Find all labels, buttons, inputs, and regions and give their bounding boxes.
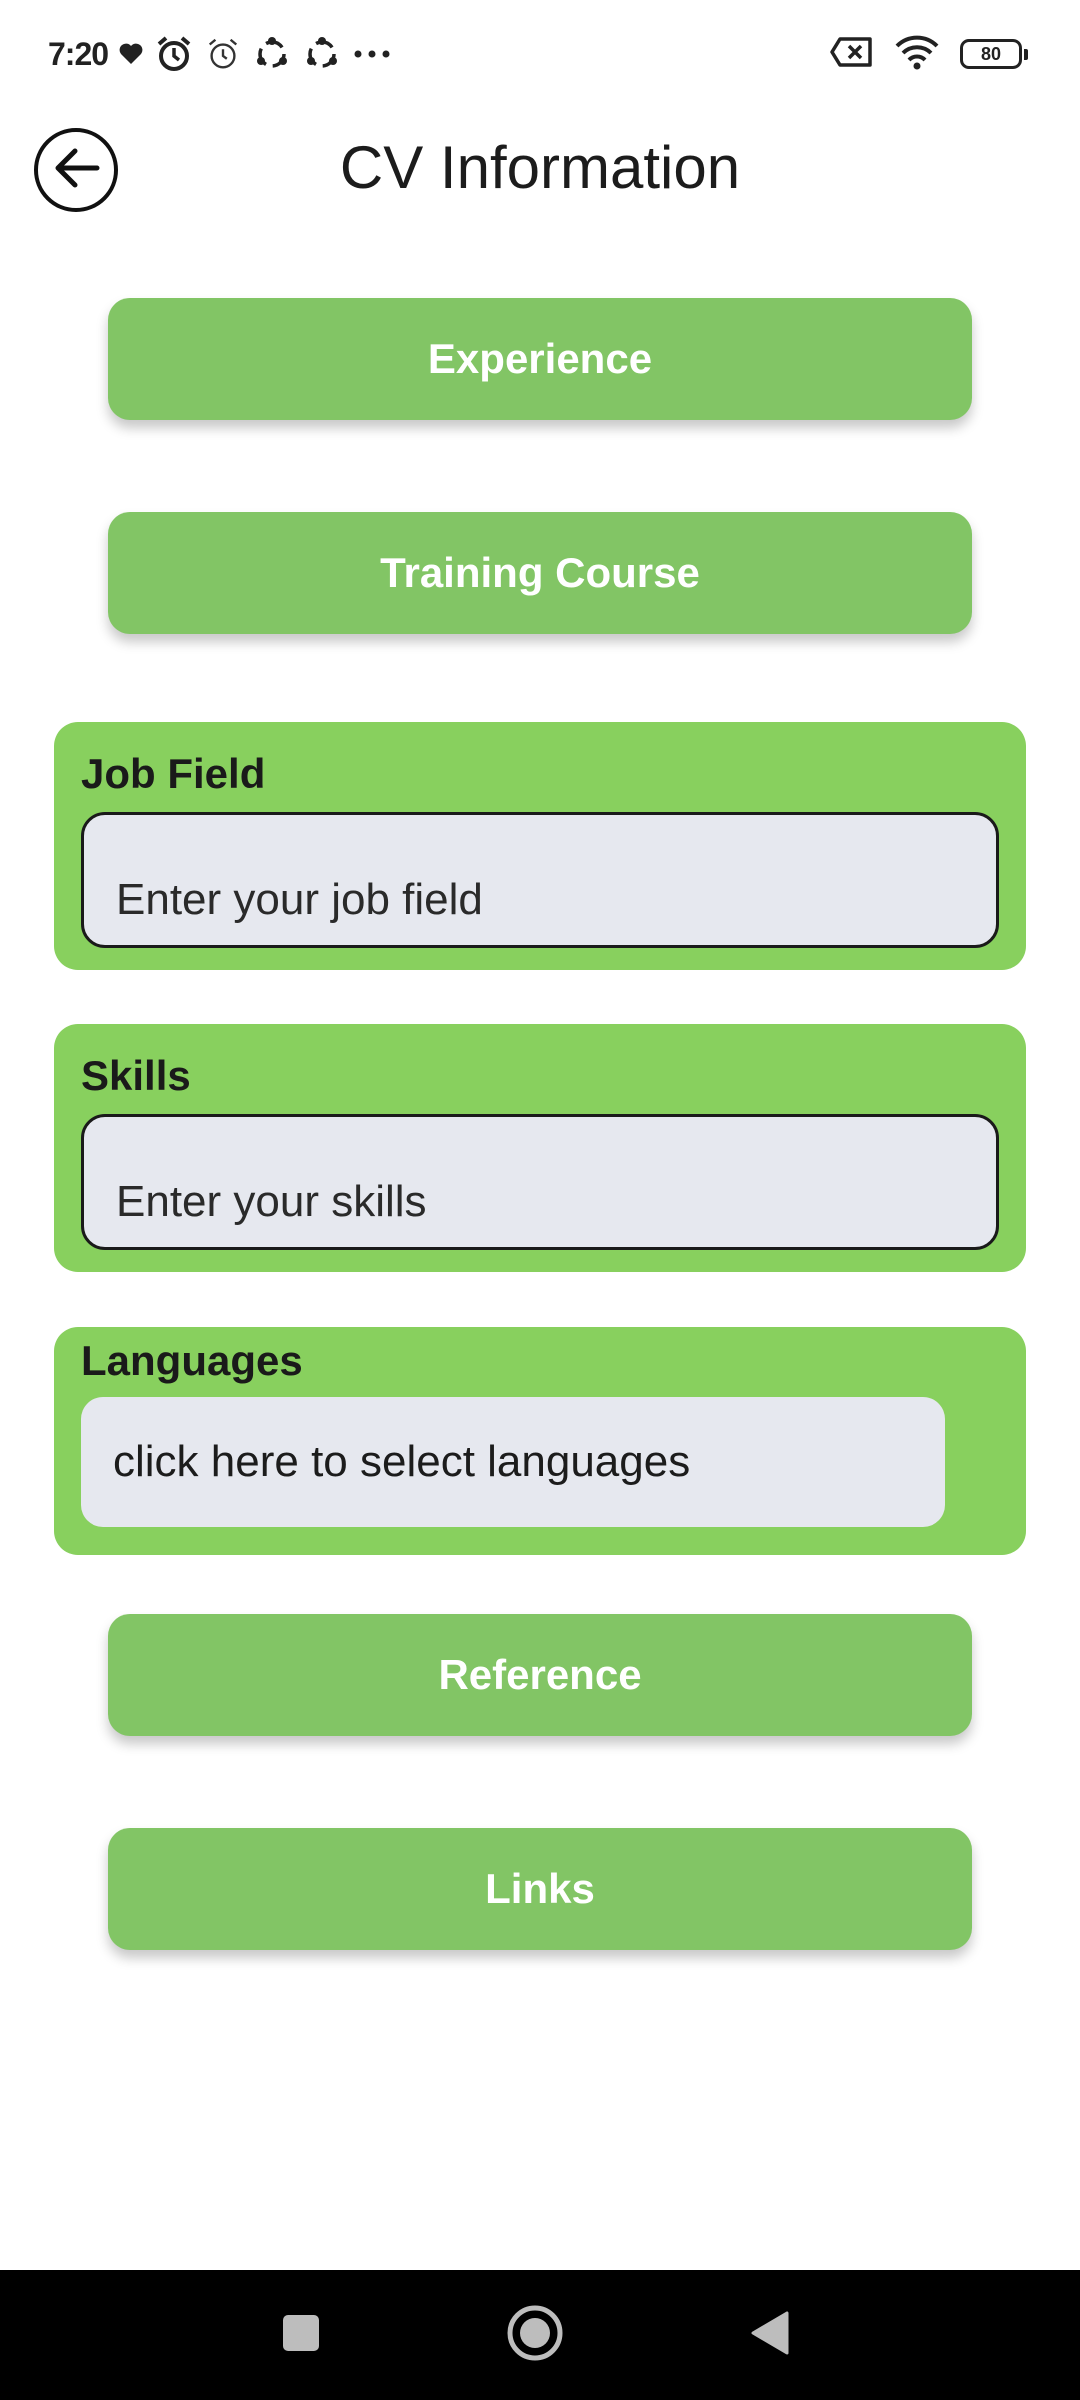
skills-card: Skills [54, 1024, 1026, 1272]
experience-button[interactable]: Experience [108, 298, 972, 420]
heart-icon [118, 42, 144, 66]
job-field-card: Job Field [54, 722, 1026, 970]
home-icon [506, 2304, 564, 2367]
sync-icon [302, 34, 342, 74]
more-dots-icon [352, 48, 392, 60]
alarm-outline-icon [204, 35, 242, 73]
reference-button[interactable]: Reference [108, 1614, 972, 1736]
status-time: 7:20 [48, 35, 109, 72]
battery-level: 80 [980, 43, 1002, 64]
recent-apps-icon [281, 2313, 321, 2358]
sync-icon [252, 34, 292, 74]
languages-selector[interactable]: click here to select languages [81, 1397, 945, 1527]
alarm-icon [154, 34, 194, 74]
wifi-icon [894, 34, 940, 75]
links-button[interactable]: Links [108, 1828, 972, 1950]
status-bar: 7:20 80 [0, 0, 1080, 108]
back-icon [749, 2310, 791, 2361]
training-course-button[interactable]: Training Course [108, 512, 972, 634]
home-button[interactable] [475, 2270, 595, 2400]
job-field-input[interactable] [81, 812, 999, 948]
recent-apps-button[interactable] [241, 2270, 361, 2400]
languages-label: Languages [81, 1337, 303, 1384]
system-back-button[interactable] [710, 2270, 830, 2400]
skills-label: Skills [81, 1052, 191, 1099]
no-sim-icon [830, 36, 874, 73]
status-left-group: 7:20 [48, 30, 392, 78]
battery-icon: 80 [960, 39, 1028, 69]
navigation-bar [0, 2270, 1080, 2400]
job-field-label: Job Field [81, 750, 266, 797]
status-right-group: 80 [830, 30, 1028, 78]
languages-card: Languages click here to select languages [54, 1327, 1026, 1555]
skills-input[interactable] [81, 1114, 999, 1250]
page-title: CV Information [339, 134, 741, 201]
